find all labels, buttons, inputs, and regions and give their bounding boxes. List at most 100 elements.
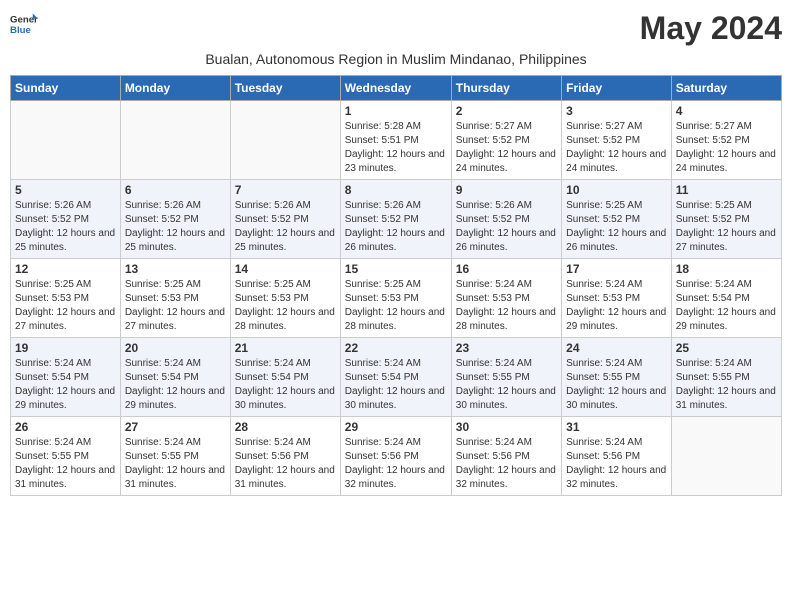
day-info: Sunrise: 5:24 AM Sunset: 5:56 PM Dayligh… (566, 436, 667, 492)
day-info: Sunrise: 5:26 AM Sunset: 5:52 PM Dayligh… (125, 199, 226, 255)
calendar-cell: 22 Sunrise: 5:24 AM Sunset: 5:54 PM Dayli… (340, 338, 451, 417)
page-header: General Blue May 2024 (10, 10, 782, 47)
calendar-cell: 28 Sunrise: 5:24 AM Sunset: 5:56 PM Dayli… (230, 417, 340, 496)
day-header-monday: Monday (120, 76, 230, 101)
calendar-cell: 1Sunrise: 5:28 AM Sunset: 5:51 PM Daylig… (340, 101, 451, 180)
calendar-cell (11, 101, 121, 180)
day-info: Sunrise: 5:26 AM Sunset: 5:52 PM Dayligh… (235, 199, 336, 255)
calendar-cell: 9 Sunrise: 5:26 AM Sunset: 5:52 PM Daylig… (451, 180, 561, 259)
calendar-cell: 6 Sunrise: 5:26 AM Sunset: 5:52 PM Daylig… (120, 180, 230, 259)
calendar-cell: 23Sunrise: 5:24 AM Sunset: 5:55 PM Dayli… (451, 338, 561, 417)
day-info: Sunrise: 5:24 AM Sunset: 5:54 PM Dayligh… (345, 357, 447, 413)
day-number: 29 (345, 420, 447, 434)
day-number: 20 (125, 341, 226, 355)
week-row-4: 19Sunrise: 5:24 AM Sunset: 5:54 PM Dayli… (11, 338, 782, 417)
day-number: 7 (235, 183, 336, 197)
day-number: 26 (15, 420, 116, 434)
day-info: Sunrise: 5:24 AM Sunset: 5:56 PM Dayligh… (345, 436, 447, 492)
day-info: Sunrise: 5:24 AM Sunset: 5:55 PM Dayligh… (566, 357, 667, 413)
day-info: Sunrise: 5:24 AM Sunset: 5:53 PM Dayligh… (456, 278, 557, 334)
day-info: Sunrise: 5:26 AM Sunset: 5:52 PM Dayligh… (15, 199, 116, 255)
day-number: 2 (456, 104, 557, 118)
day-info: Sunrise: 5:25 AM Sunset: 5:53 PM Dayligh… (125, 278, 226, 334)
day-info: Sunrise: 5:27 AM Sunset: 5:52 PM Dayligh… (566, 120, 667, 176)
calendar-cell: 27Sunrise: 5:24 AM Sunset: 5:55 PM Dayli… (120, 417, 230, 496)
day-info: Sunrise: 5:24 AM Sunset: 5:54 PM Dayligh… (125, 357, 226, 413)
calendar-cell: 11 Sunrise: 5:25 AM Sunset: 5:52 PM Dayli… (671, 180, 781, 259)
calendar-cell (230, 101, 340, 180)
calendar-cell: 4Sunrise: 5:27 AM Sunset: 5:52 PM Daylig… (671, 101, 781, 180)
calendar-header-row: SundayMondayTuesdayWednesdayThursdayFrid… (11, 76, 782, 101)
day-number: 3 (566, 104, 667, 118)
calendar-cell: 16 Sunrise: 5:24 AM Sunset: 5:53 PM Dayli… (451, 259, 561, 338)
calendar-subtitle: Bualan, Autonomous Region in Muslim Mind… (10, 51, 782, 67)
calendar-cell: 19Sunrise: 5:24 AM Sunset: 5:54 PM Dayli… (11, 338, 121, 417)
day-number: 12 (15, 262, 116, 276)
day-number: 31 (566, 420, 667, 434)
day-header-saturday: Saturday (671, 76, 781, 101)
day-number: 30 (456, 420, 557, 434)
day-info: Sunrise: 5:24 AM Sunset: 5:53 PM Dayligh… (566, 278, 667, 334)
day-info: Sunrise: 5:24 AM Sunset: 5:56 PM Dayligh… (235, 436, 336, 492)
week-row-1: 1Sunrise: 5:28 AM Sunset: 5:51 PM Daylig… (11, 101, 782, 180)
day-number: 4 (676, 104, 777, 118)
day-number: 10 (566, 183, 667, 197)
calendar-cell: 14Sunrise: 5:25 AM Sunset: 5:53 PM Dayli… (230, 259, 340, 338)
day-header-thursday: Thursday (451, 76, 561, 101)
calendar-cell: 10 Sunrise: 5:25 AM Sunset: 5:52 PM Dayli… (562, 180, 672, 259)
day-info: Sunrise: 5:28 AM Sunset: 5:51 PM Dayligh… (345, 120, 447, 176)
calendar-table: SundayMondayTuesdayWednesdayThursdayFrid… (10, 75, 782, 496)
day-number: 14 (235, 262, 336, 276)
calendar-cell: 3 Sunrise: 5:27 AM Sunset: 5:52 PM Daylig… (562, 101, 672, 180)
calendar-cell: 17Sunrise: 5:24 AM Sunset: 5:53 PM Dayli… (562, 259, 672, 338)
day-number: 16 (456, 262, 557, 276)
calendar-cell (671, 417, 781, 496)
day-number: 28 (235, 420, 336, 434)
day-info: Sunrise: 5:25 AM Sunset: 5:53 PM Dayligh… (15, 278, 116, 334)
day-info: Sunrise: 5:24 AM Sunset: 5:56 PM Dayligh… (456, 436, 557, 492)
week-row-2: 5 Sunrise: 5:26 AM Sunset: 5:52 PM Daylig… (11, 180, 782, 259)
day-number: 5 (15, 183, 116, 197)
day-info: Sunrise: 5:25 AM Sunset: 5:53 PM Dayligh… (345, 278, 447, 334)
day-info: Sunrise: 5:26 AM Sunset: 5:52 PM Dayligh… (456, 199, 557, 255)
day-number: 9 (456, 183, 557, 197)
day-info: Sunrise: 5:27 AM Sunset: 5:52 PM Dayligh… (456, 120, 557, 176)
calendar-cell: 5 Sunrise: 5:26 AM Sunset: 5:52 PM Daylig… (11, 180, 121, 259)
day-info: Sunrise: 5:24 AM Sunset: 5:55 PM Dayligh… (15, 436, 116, 492)
day-info: Sunrise: 5:25 AM Sunset: 5:52 PM Dayligh… (676, 199, 777, 255)
calendar-cell: 15 Sunrise: 5:25 AM Sunset: 5:53 PM Dayli… (340, 259, 451, 338)
calendar-cell: 13Sunrise: 5:25 AM Sunset: 5:53 PM Dayli… (120, 259, 230, 338)
day-number: 8 (345, 183, 447, 197)
calendar-cell: 20 Sunrise: 5:24 AM Sunset: 5:54 PM Dayli… (120, 338, 230, 417)
day-header-friday: Friday (562, 76, 672, 101)
day-number: 18 (676, 262, 777, 276)
day-header-tuesday: Tuesday (230, 76, 340, 101)
calendar-cell: 29 Sunrise: 5:24 AM Sunset: 5:56 PM Dayli… (340, 417, 451, 496)
day-info: Sunrise: 5:24 AM Sunset: 5:54 PM Dayligh… (676, 278, 777, 334)
month-title: May 2024 (640, 10, 782, 47)
day-number: 6 (125, 183, 226, 197)
day-number: 25 (676, 341, 777, 355)
calendar-cell: 26 Sunrise: 5:24 AM Sunset: 5:55 PM Dayli… (11, 417, 121, 496)
calendar-cell: 21Sunrise: 5:24 AM Sunset: 5:54 PM Dayli… (230, 338, 340, 417)
week-row-3: 12 Sunrise: 5:25 AM Sunset: 5:53 PM Dayli… (11, 259, 782, 338)
logo-icon: General Blue (10, 10, 38, 38)
calendar-cell: 18 Sunrise: 5:24 AM Sunset: 5:54 PM Dayli… (671, 259, 781, 338)
day-number: 27 (125, 420, 226, 434)
day-number: 22 (345, 341, 447, 355)
day-info: Sunrise: 5:24 AM Sunset: 5:55 PM Dayligh… (676, 357, 777, 413)
day-info: Sunrise: 5:24 AM Sunset: 5:54 PM Dayligh… (235, 357, 336, 413)
day-number: 15 (345, 262, 447, 276)
calendar-cell: 31 Sunrise: 5:24 AM Sunset: 5:56 PM Dayli… (562, 417, 672, 496)
calendar-cell: 25 Sunrise: 5:24 AM Sunset: 5:55 PM Dayli… (671, 338, 781, 417)
week-row-5: 26 Sunrise: 5:24 AM Sunset: 5:55 PM Dayli… (11, 417, 782, 496)
logo: General Blue (10, 10, 38, 38)
day-info: Sunrise: 5:26 AM Sunset: 5:52 PM Dayligh… (345, 199, 447, 255)
calendar-cell: 24Sunrise: 5:24 AM Sunset: 5:55 PM Dayli… (562, 338, 672, 417)
day-info: Sunrise: 5:24 AM Sunset: 5:54 PM Dayligh… (15, 357, 116, 413)
calendar-cell: 2 Sunrise: 5:27 AM Sunset: 5:52 PM Daylig… (451, 101, 561, 180)
calendar-cell: 12 Sunrise: 5:25 AM Sunset: 5:53 PM Dayli… (11, 259, 121, 338)
day-header-wednesday: Wednesday (340, 76, 451, 101)
day-info: Sunrise: 5:25 AM Sunset: 5:52 PM Dayligh… (566, 199, 667, 255)
day-number: 11 (676, 183, 777, 197)
